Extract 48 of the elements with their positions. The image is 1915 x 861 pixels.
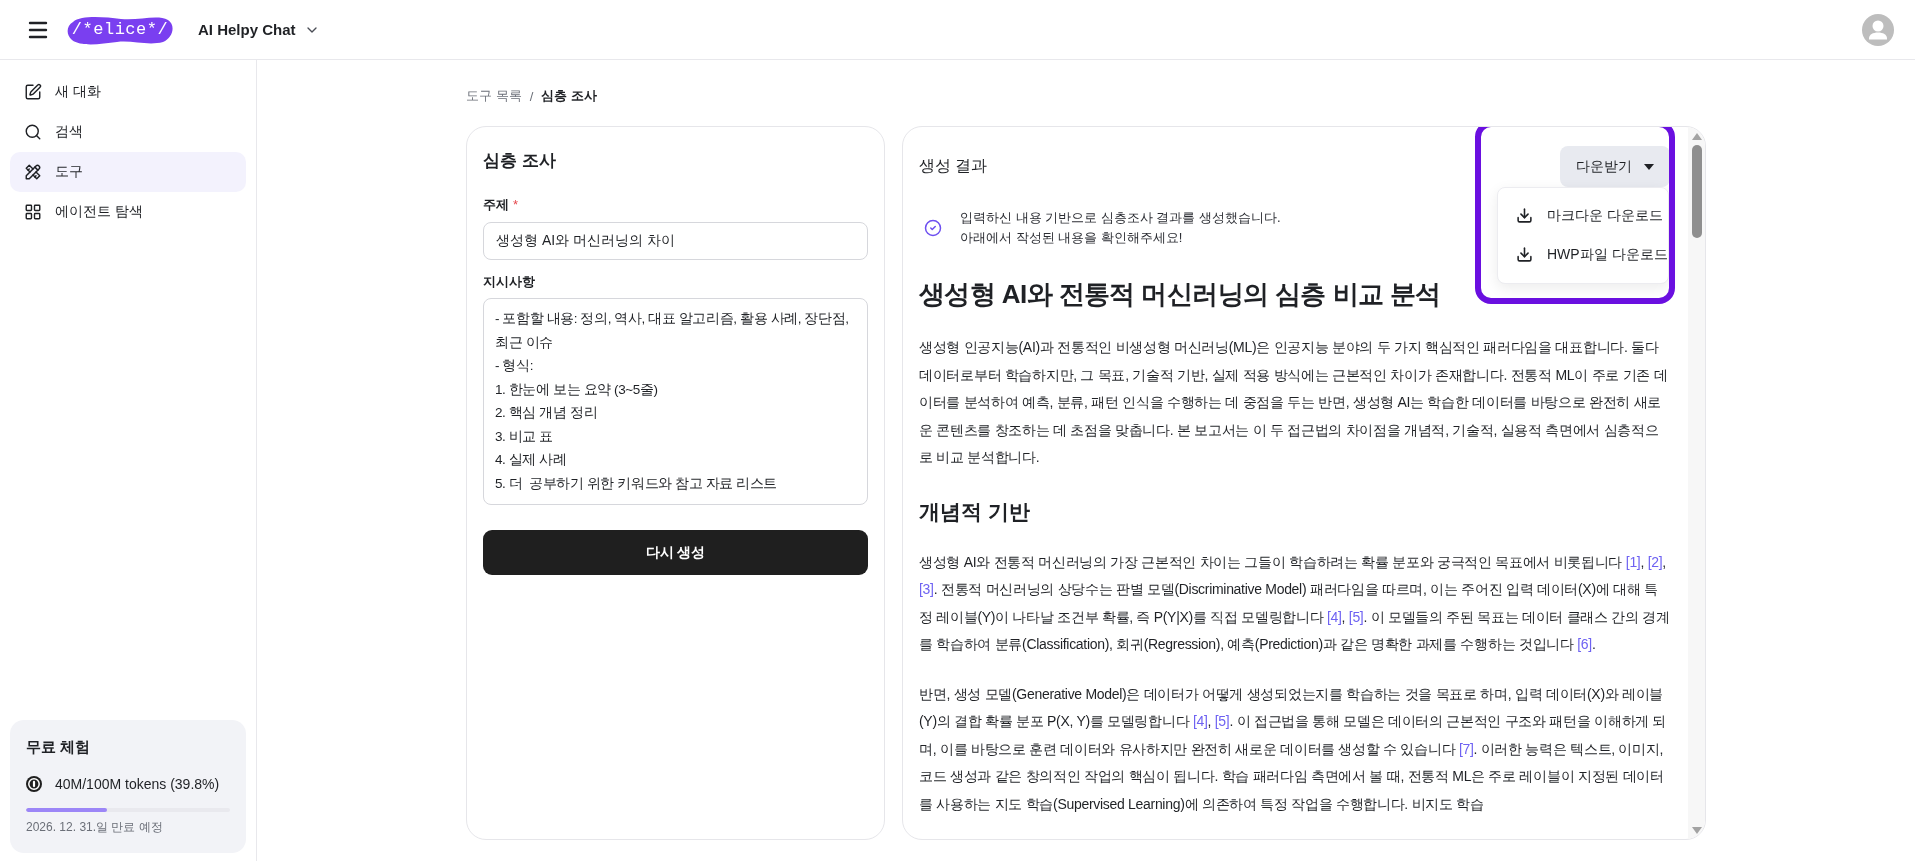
scrollbar[interactable] [1688,127,1705,839]
breadcrumb-link[interactable]: 도구 목록 [466,87,522,105]
citation-link[interactable]: [4] [1192,713,1208,729]
breadcrumb-separator: / [529,88,534,104]
trial-title: 무료 체험 [26,737,92,757]
grid-icon [24,203,42,221]
download-button[interactable]: 다운받기 [1560,146,1670,187]
download-menu-item[interactable]: HWP파일 다운로드 [1498,235,1668,274]
token-usage: 40M/100M tokens (39.8%) [55,776,220,792]
citation-link[interactable]: [3] [919,581,934,597]
instructions-textarea[interactable]: - 포함할 내용: 정의, 역사, 대표 알고리즘, 활용 사례, 장단점, 최근 이슈 - 형식: 1. 한눈에 보는 요약 (3~5줄) 2. 핵심 개념 정리 3. 비교 표 4. 실제 사례 5. 더 공부하기 위한 키워드와 참고 자료 리스트 [483,298,868,505]
paragraph: 생성형 인공지능(AI)과 전통적인 비생성형 머신러닝(ML)은 인공지능 분야의 두 가지 핵심적인 패러다임을 대표합니다. 둘다 데이터로부터 학습하지만, 그 목표, 기술적 기반, 실제 적용 방식에는 근본적인 차이가 존재합니다. 전통적 ML이 주로 기존 데이터를 분석하여 예측, 분류, 패턴 인식을 수행하는 데 중점을 두는 반면, 생성형 AI는 학습한 데이터를 바탕으로 완전히 새로운 콘텐츠를 창조하는 데 초점을 맞춥니다. 본 보고서는 이 두 접근법의 차이점을 개념적, 기술적, 실용적 측면에서 심층적으로 비교 분석합니다. [919,338,1669,467]
paragraph: 생성형 AI와 전통적 머신러닝의 가장 근본적인 차이는 그들이 학습하려는 확률 분포와 궁극적인 목표에서 비롯됩니다 [1], [2], [3]. 전통적 머신러닝의 상당수는 판별 모델(Discriminative Model) 패러다임을 따르며, 이는 주어진 입력 데이터(X)에 대해 특정 레이블(Y)이 나타날 조건부 확률, 즉 P(Y|X)를 직접 모델링합니다 [4], [5]. 이 모델들의 주된 목표는 데이터 클래스 간의 경계를 학습하여 분류(Classification), 회귀(Regression), 예측(Prediction)과 같은 명확한 과제를 수행하는 것입니다 [6]. [919,552,1670,654]
sidebar-item[interactable]: 에이전트 탐색 [10,192,246,232]
breadcrumb-current: 심층 조사 [541,87,597,105]
regenerate-button[interactable]: 다시 생성 [483,530,868,575]
app-selector[interactable]: AI Helpy Chat [198,21,320,38]
form-title: 심층 조사 [483,150,557,172]
coin-icon [26,776,42,792]
sidebar-item[interactable]: 검색 [10,112,246,152]
notice-text: 입력하신 내용 기반으로 심층조사 결과를 생성했습니다. 아래에서 작성된 내용을 확인해주세요! [960,209,1281,247]
avatar-icon[interactable] [1862,13,1894,46]
topic-input-field[interactable]: 생성형 AI와 머신러닝의 차이 [483,222,868,260]
result-title: 생성 결과 [919,156,988,176]
field-label: 주제 [483,196,509,214]
report-title: 생성형 AI와 전통적 머신러닝의 심층 비교 분석 [919,278,1442,311]
search-icon [24,123,42,141]
scroll-up-icon[interactable] [1691,133,1702,140]
section-heading: 개념적 기반 [919,498,1031,525]
scroll-down-icon[interactable] [1691,827,1702,834]
required-mark: * [513,196,519,214]
sidebar-item[interactable]: 새 대화 [10,72,246,112]
logo[interactable]: /*elice*/ [66,14,174,45]
download-menu-item[interactable]: 마크다운 다운로드 [1498,196,1668,235]
citation-link[interactable]: [7] [1458,740,1474,757]
scrollbar-thumb[interactable] [1691,145,1702,238]
pencil-square-icon [24,83,42,101]
citation-link[interactable]: [6] [1577,636,1592,652]
field-label: 지시사항 [483,273,535,291]
sidebar-item[interactable]: 도구 [10,152,246,192]
citation-link[interactable]: [4] [1326,608,1342,625]
tools-icon [24,163,42,181]
caret-down-icon [1644,163,1654,170]
download-icon [1516,207,1533,224]
check-circle-icon [924,219,942,237]
expiry-date: 2026. 12. 31.일 만료 예정 [26,819,164,835]
paragraph: 반면, 생성 모델(Generative Model)은 데이터가 어떻게 생성되었는지를 학습하는 것을 목표로 하며, 입력 데이터(X)와 레이블(Y)의 결합 확률 분포 P(X, Y)를 모델링합니다 [4], [5]. 이 접근법을 통해 모델은 데이터의 근본적인 구조와 패턴을 이해하게 되며, 이를 바탕으로 훈련 데이터와 유사하지만 완전히 새로운 데이터를 생성할 수 있습니다 [7]. 이러한 능력은 텍스트, 이미지, 코드 생성과 같은 창의적인 작업의 핵심이 됩니다. 학습 패러다임 측면에서 볼 때, 전통적 ML은 주로 레이블이 지정된 데이터를 사용하는 지도 학습(Supervised Learning)에 의존하여 특정 작업을 수행합니다. 비지도 학습 [919,684,1668,814]
download-icon [1516,246,1533,263]
